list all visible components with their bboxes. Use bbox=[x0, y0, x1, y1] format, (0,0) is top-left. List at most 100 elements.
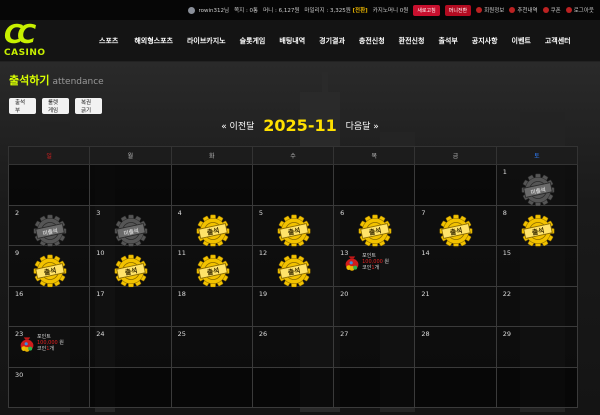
day-number: 2 bbox=[15, 208, 20, 217]
calendar-day-cell: 23 포인트 100,000 원 코인1개 bbox=[7, 326, 91, 368]
tab-roulette[interactable]: 룰렛게임 bbox=[42, 98, 69, 114]
nav-item-results[interactable]: 경기결과 bbox=[319, 36, 345, 46]
calendar-day-cell bbox=[89, 366, 172, 408]
money-bag-icon bbox=[345, 256, 359, 272]
attended-stamp-icon: 출석 bbox=[114, 254, 148, 288]
calendar-week-row: 30 bbox=[7, 366, 579, 408]
money-bag-icon bbox=[20, 337, 34, 353]
calendar-day-cell: 2 미출석 bbox=[7, 204, 91, 247]
calendar-header-cell: 일 bbox=[7, 146, 91, 165]
calendar-day-cell: 26 bbox=[251, 326, 335, 368]
calendar-day-cell: 12 출석 bbox=[251, 245, 335, 288]
logo-text: CASINO bbox=[4, 48, 46, 58]
nav-item-overseas-sports[interactable]: 해외형스포츠 bbox=[134, 36, 173, 46]
money-convert-button[interactable]: 머니전환 bbox=[444, 4, 472, 16]
level-badge-icon bbox=[187, 6, 195, 14]
calendar-day-cell: 17 bbox=[89, 285, 172, 327]
calendar-day-cell: 15 bbox=[495, 245, 579, 287]
nav-item-withdraw[interactable]: 환전신청 bbox=[399, 36, 425, 46]
calendar-day-cell: 8 출석 bbox=[495, 204, 579, 247]
calendar-header-cell: 목 bbox=[333, 146, 416, 165]
recommend-icon bbox=[509, 7, 516, 13]
mileage-convert-link[interactable]: [전환] bbox=[353, 8, 368, 14]
calendar-header-cell: 금 bbox=[414, 146, 497, 165]
nav-item-support[interactable]: 고객센터 bbox=[545, 36, 571, 46]
calendar-day-cell: 11 출석 bbox=[170, 245, 253, 288]
current-month: 2025-11 bbox=[263, 116, 337, 135]
calendar-day-cell: 9 출석 bbox=[7, 245, 91, 288]
day-number: 25 bbox=[177, 330, 186, 338]
calendar-day-cell: 24 bbox=[89, 326, 172, 368]
calendar-week-row: 1 미출석 bbox=[7, 164, 579, 207]
day-number: 5 bbox=[258, 208, 263, 217]
calendar-day-cell: 10 출석 bbox=[89, 245, 172, 288]
nav-item-deposit[interactable]: 충전신청 bbox=[359, 36, 385, 46]
day-number: 28 bbox=[421, 330, 430, 338]
recommend-link[interactable]: 추천내역 bbox=[509, 6, 538, 14]
day-number: 3 bbox=[96, 208, 101, 217]
nav-item-sports[interactable]: 스포츠 bbox=[99, 36, 118, 46]
nav-item-live-casino[interactable]: 라이브카지노 bbox=[187, 36, 226, 46]
logout-icon bbox=[565, 7, 572, 13]
day-number: 21 bbox=[421, 289, 430, 298]
day-number: 26 bbox=[258, 330, 268, 338]
day-number: 17 bbox=[96, 289, 105, 298]
calendar-day-cell: 7 출석 bbox=[414, 204, 497, 247]
refresh-button[interactable]: 새로고침 bbox=[413, 4, 440, 16]
day-number: 7 bbox=[421, 208, 426, 217]
day-number: 27 bbox=[340, 330, 349, 338]
calendar-day-cell bbox=[414, 164, 497, 206]
calendar-day-cell: 20 bbox=[333, 285, 416, 327]
calendar-day-cell bbox=[89, 164, 172, 206]
nav-item-event[interactable]: 이벤트 bbox=[512, 36, 531, 46]
user-info: rowin312님 bbox=[187, 6, 229, 14]
calendar-week-row: 9 출석 10 출석 11 출석 12 출석 13 포인트 100,000 원 코인1개 14 15 bbox=[7, 245, 579, 288]
attended-stamp-icon: 출석 bbox=[358, 214, 392, 247]
nav-item-bet-history[interactable]: 배팅내역 bbox=[279, 36, 305, 46]
nav-item-notice[interactable]: 공지사항 bbox=[472, 36, 498, 46]
calendar-day-cell bbox=[333, 164, 416, 206]
money-balance: 머니 : 6,127원 bbox=[263, 8, 300, 14]
calendar-day-cell: 25 bbox=[170, 326, 253, 368]
nav-item-slot-game[interactable]: 슬롯게임 bbox=[240, 36, 266, 46]
tab-lottery[interactable]: 복권긁기 bbox=[75, 98, 102, 114]
attended-stamp-icon: 출석 bbox=[521, 214, 555, 247]
day-number: 4 bbox=[177, 208, 182, 217]
day-number: 15 bbox=[502, 249, 511, 257]
day-number: 20 bbox=[340, 289, 349, 298]
attended-stamp-icon: 출석 bbox=[196, 254, 229, 288]
top-utility-bar: rowin312님 쪽지 : 0통 머니 : 6,127원 마일리지 : 3,3… bbox=[0, 0, 600, 20]
casino-money: 카지노머니 0원 bbox=[372, 8, 409, 14]
calendar-week-row: 16 17 18 19 20 21 22 bbox=[7, 285, 579, 327]
mileage-balance: 마일리지 : 3,325원 [전환] bbox=[304, 8, 368, 14]
logout-link[interactable]: 로그아웃 bbox=[565, 6, 594, 14]
calendar-day-cell: 3 미출석 bbox=[89, 204, 172, 247]
calendar-day-cell: 13 포인트 100,000 원 코인1개 bbox=[333, 245, 416, 287]
day-number: 19 bbox=[258, 289, 268, 298]
logo[interactable]: CC CASINO bbox=[4, 22, 56, 58]
next-month-link[interactable]: 다음달 » bbox=[346, 122, 379, 132]
user-icon bbox=[476, 7, 483, 13]
day-number: 16 bbox=[15, 289, 24, 298]
message-count[interactable]: 쪽지 : 0통 bbox=[234, 6, 258, 14]
calendar-day-cell: 27 bbox=[333, 326, 416, 368]
calendar-day-cell bbox=[251, 366, 335, 408]
calendar-day-cell bbox=[414, 366, 497, 408]
nav-item-attendance[interactable]: 출석부 bbox=[438, 36, 457, 46]
calendar-day-cell: 4 출석 bbox=[170, 204, 253, 247]
member-info-link[interactable]: 회원정보 bbox=[476, 6, 504, 14]
day-number: 10 bbox=[96, 249, 105, 257]
calendar-day-cell: 22 bbox=[495, 285, 579, 327]
day-number: 8 bbox=[502, 208, 507, 217]
tab-attendance[interactable]: 출석부 bbox=[9, 98, 36, 114]
calendar-day-cell: 1 미출석 bbox=[495, 164, 579, 207]
prev-month-link[interactable]: « 이전달 bbox=[221, 122, 254, 132]
day-number: 11 bbox=[177, 249, 186, 257]
attended-stamp-icon: 출석 bbox=[277, 214, 311, 247]
coupon-link[interactable]: 쿠폰 bbox=[542, 6, 561, 14]
calendar-week-row: 23 포인트 100,000 원 코인1개 24 25 26 27 28 29 bbox=[7, 326, 579, 368]
attended-stamp-icon: 출석 bbox=[196, 214, 229, 247]
calendar-day-cell bbox=[7, 164, 91, 206]
calendar-day-cell: 19 bbox=[251, 285, 335, 327]
calendar-day-cell: 29 bbox=[495, 326, 579, 368]
